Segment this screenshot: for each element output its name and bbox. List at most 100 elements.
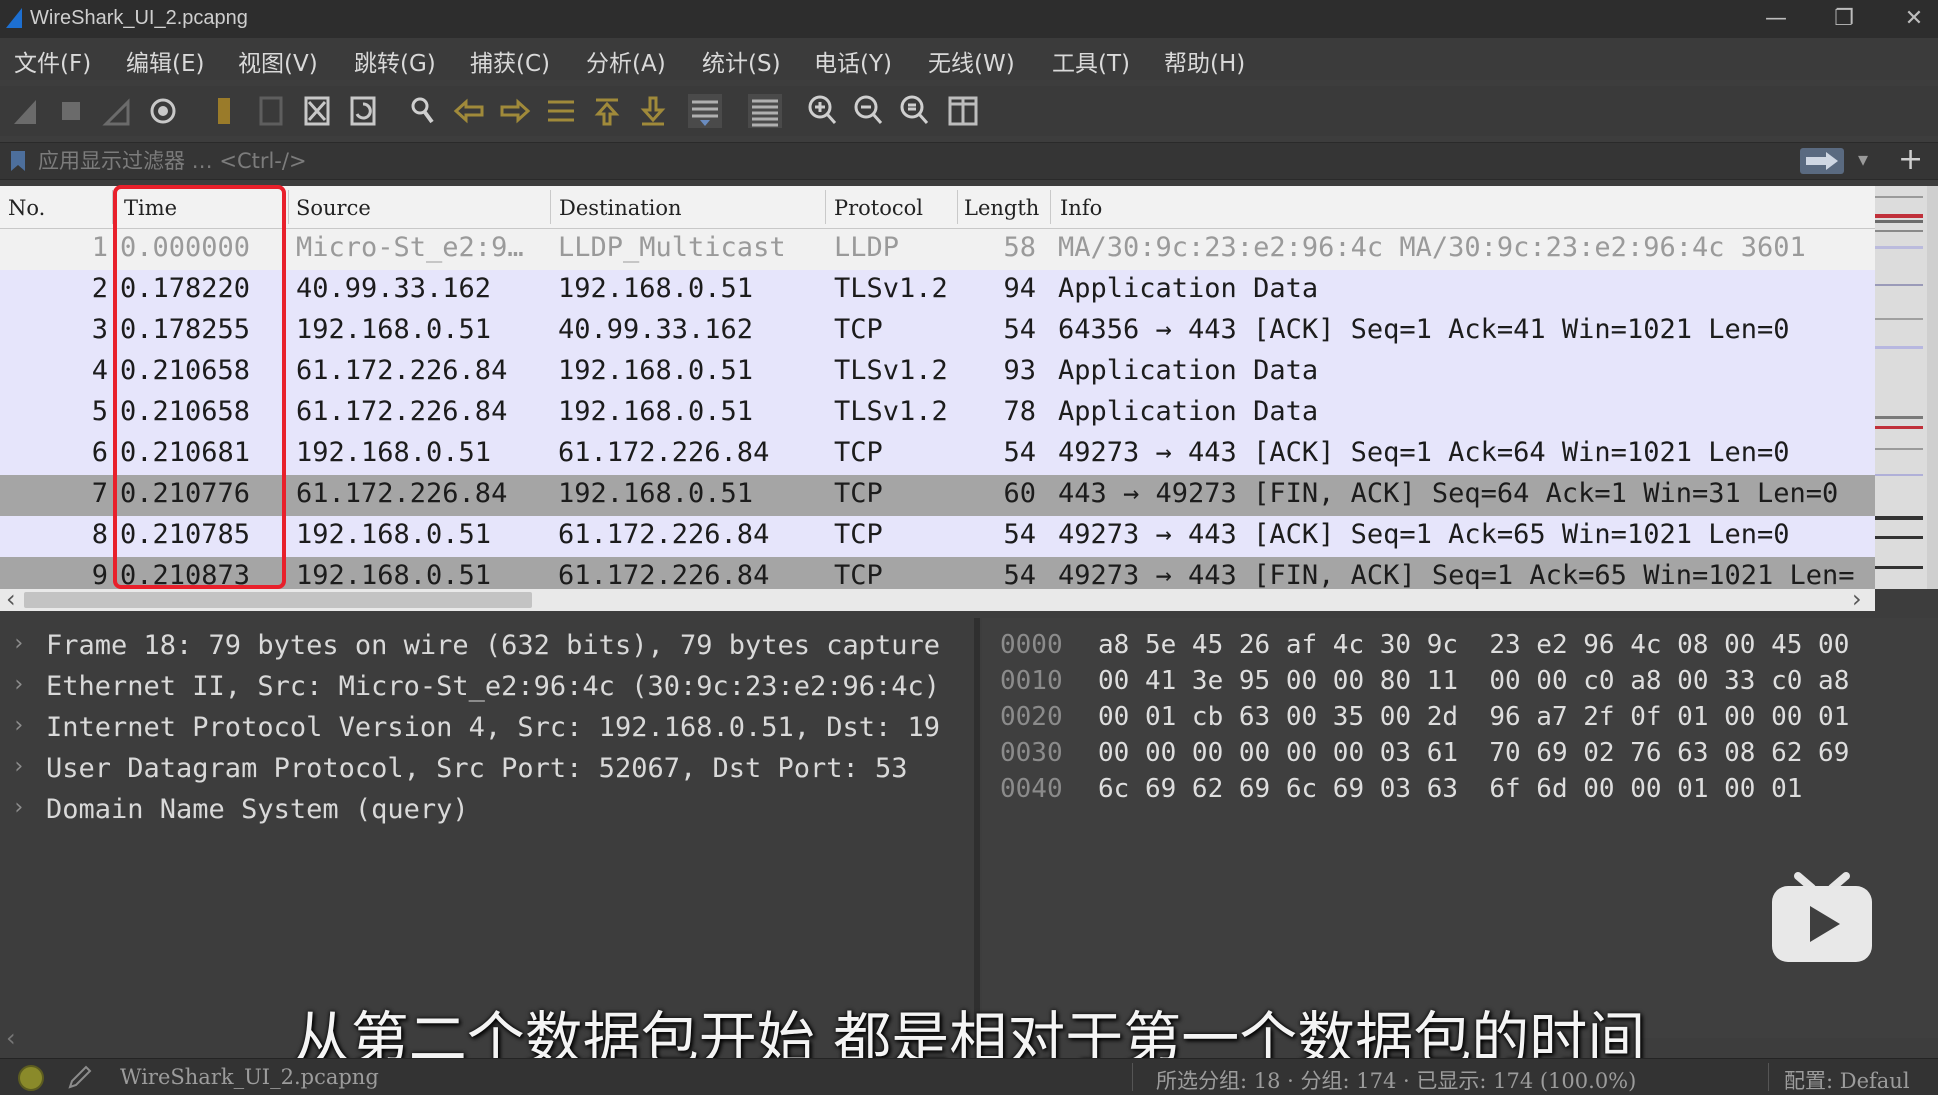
filter-history-dropdown-icon[interactable]: ▾: [1858, 147, 1868, 171]
column-divider[interactable]: [957, 190, 958, 224]
capture-options-icon[interactable]: [144, 92, 182, 130]
cell-info: 49273 → 443 [ACK] Seq=1 Ack=65 Win=1021 …: [1058, 519, 1790, 550]
restore-button[interactable]: ❐: [1824, 4, 1864, 34]
start-capture-icon[interactable]: [6, 92, 44, 130]
cell-destination: 192.168.0.51: [558, 273, 754, 304]
cell-length: 78: [1003, 396, 1036, 427]
expand-chevron-icon[interactable]: ›: [12, 795, 25, 820]
cell-destination: 40.99.33.162: [558, 314, 754, 345]
column-header-info[interactable]: Info: [1060, 196, 1102, 220]
column-header-no[interactable]: No.: [8, 196, 45, 220]
video-play-badge-icon: [1772, 872, 1872, 962]
menu-file[interactable]: 文件(F): [14, 44, 91, 78]
title-bar: WireShark_UI_2.pcapng — ❐ ✕: [0, 0, 1938, 38]
cell-source: 61.172.226.84: [296, 478, 508, 509]
auto-scroll-icon[interactable]: [686, 92, 724, 130]
scroll-right-arrow-icon[interactable]: ›: [1852, 585, 1862, 613]
cell-info: Application Data: [1058, 396, 1319, 427]
column-divider[interactable]: [825, 190, 826, 224]
zoom-out-icon[interactable]: [850, 92, 888, 130]
resize-columns-icon[interactable]: [944, 92, 982, 130]
cell-length: 54: [1003, 437, 1036, 468]
go-to-packet-icon[interactable]: [542, 92, 580, 130]
cell-source: 192.168.0.51: [296, 437, 492, 468]
expert-info-status-icon[interactable]: [18, 1065, 44, 1091]
go-back-icon[interactable]: [450, 92, 488, 130]
packet-list-vertical-scrollbar[interactable]: [1927, 186, 1938, 589]
cell-source: 192.168.0.51: [296, 519, 492, 550]
packet-details-pane: › Frame 18: 79 bytes on wire (632 bits), …: [0, 618, 972, 1038]
save-file-icon[interactable]: [252, 92, 290, 130]
menu-wireless[interactable]: 无线(W): [928, 44, 1015, 78]
cell-protocol: TCP: [834, 519, 883, 550]
cell-destination: 192.168.0.51: [558, 478, 754, 509]
column-header-protocol[interactable]: Protocol: [834, 196, 923, 220]
menu-go[interactable]: 跳转(G): [354, 44, 436, 78]
zoom-normal-icon[interactable]: [896, 92, 934, 130]
status-divider: [1132, 1063, 1133, 1091]
menu-statistics[interactable]: 统计(S): [702, 44, 781, 78]
cell-destination: 192.168.0.51: [558, 396, 754, 427]
menu-edit[interactable]: 编辑(E): [126, 44, 204, 78]
expand-chevron-icon[interactable]: ›: [12, 631, 25, 656]
menu-tools[interactable]: 工具(T): [1052, 44, 1130, 78]
close-button[interactable]: ✕: [1894, 4, 1934, 34]
go-last-icon[interactable]: [634, 92, 672, 130]
minimize-button[interactable]: —: [1756, 4, 1796, 34]
scroll-left-arrow-icon[interactable]: ‹: [6, 585, 16, 613]
menu-telephony[interactable]: 电话(Y): [814, 44, 892, 78]
menu-help[interactable]: 帮助(H): [1164, 44, 1245, 78]
cell-protocol: LLDP: [834, 232, 900, 263]
cell-info: Application Data: [1058, 355, 1319, 386]
column-divider[interactable]: [550, 190, 551, 224]
column-header-destination[interactable]: Destination: [559, 196, 682, 220]
display-filter-input[interactable]: [36, 145, 1790, 177]
scrollbar-thumb[interactable]: [24, 592, 532, 608]
status-file-name: WireShark_UI_2.pcapng: [120, 1065, 379, 1089]
cell-protocol: TLSv1.2: [834, 396, 948, 427]
expand-chevron-icon[interactable]: ›: [12, 713, 25, 738]
cell-info: 443 → 49273 [FIN, ACK] Seq=64 Ack=1 Win=…: [1058, 478, 1839, 509]
go-forward-icon[interactable]: [496, 92, 534, 130]
cell-no: 6: [91, 437, 108, 468]
stop-capture-icon[interactable]: [52, 92, 90, 130]
close-file-icon[interactable]: [298, 92, 336, 130]
cell-length: 94: [1003, 273, 1036, 304]
capture-comment-icon[interactable]: [66, 1063, 94, 1091]
column-divider[interactable]: [1050, 190, 1051, 224]
packet-bytes-pane: 0000 a8 5e 45 26 af 4c 30 9c 23 e2 96 4c …: [982, 618, 1938, 1038]
menu-view[interactable]: 视图(V): [238, 44, 318, 78]
expand-chevron-icon[interactable]: ›: [12, 672, 25, 697]
cell-info: 49273 → 443 [ACK] Seq=1 Ack=64 Win=1021 …: [1058, 437, 1790, 468]
cell-no: 8: [91, 519, 108, 550]
find-packet-icon[interactable]: [404, 92, 442, 130]
cell-protocol: TLSv1.2: [834, 273, 948, 304]
cell-protocol: TCP: [834, 437, 883, 468]
restart-capture-icon[interactable]: [98, 92, 136, 130]
menu-analyze[interactable]: 分析(A): [586, 44, 666, 78]
filter-bookmark-icon[interactable]: [8, 149, 28, 173]
open-file-icon[interactable]: [206, 92, 244, 130]
apply-filter-arrow-icon[interactable]: [1800, 148, 1844, 174]
go-first-icon[interactable]: [588, 92, 626, 130]
cell-no: 7: [91, 478, 108, 509]
add-filter-button[interactable]: +: [1898, 142, 1923, 177]
cell-no: 4: [91, 355, 108, 386]
menu-capture[interactable]: 捕获(C): [470, 44, 550, 78]
reload-file-icon[interactable]: [344, 92, 382, 130]
status-profile[interactable]: 配置: Defaul: [1784, 1065, 1910, 1095]
cell-source: 192.168.0.51: [296, 560, 492, 589]
pane-splitter[interactable]: [974, 618, 980, 1038]
status-packet-stats: 所选分组: 18 · 分组: 174 · 已显示: 174 (100.0%): [1156, 1069, 1637, 1093]
colorize-icon[interactable]: [746, 92, 784, 130]
column-divider[interactable]: [288, 190, 289, 224]
column-header-source[interactable]: Source: [296, 196, 371, 220]
packet-minimap[interactable]: [1875, 186, 1927, 589]
column-header-length[interactable]: Length: [964, 196, 1039, 220]
cell-source: 61.172.226.84: [296, 396, 508, 427]
status-divider: [1768, 1063, 1769, 1091]
zoom-in-icon[interactable]: [804, 92, 842, 130]
expand-chevron-icon[interactable]: ›: [12, 754, 25, 779]
packet-list-horizontal-scrollbar[interactable]: ‹ ›: [0, 585, 1875, 613]
cell-source: 40.99.33.162: [296, 273, 492, 304]
